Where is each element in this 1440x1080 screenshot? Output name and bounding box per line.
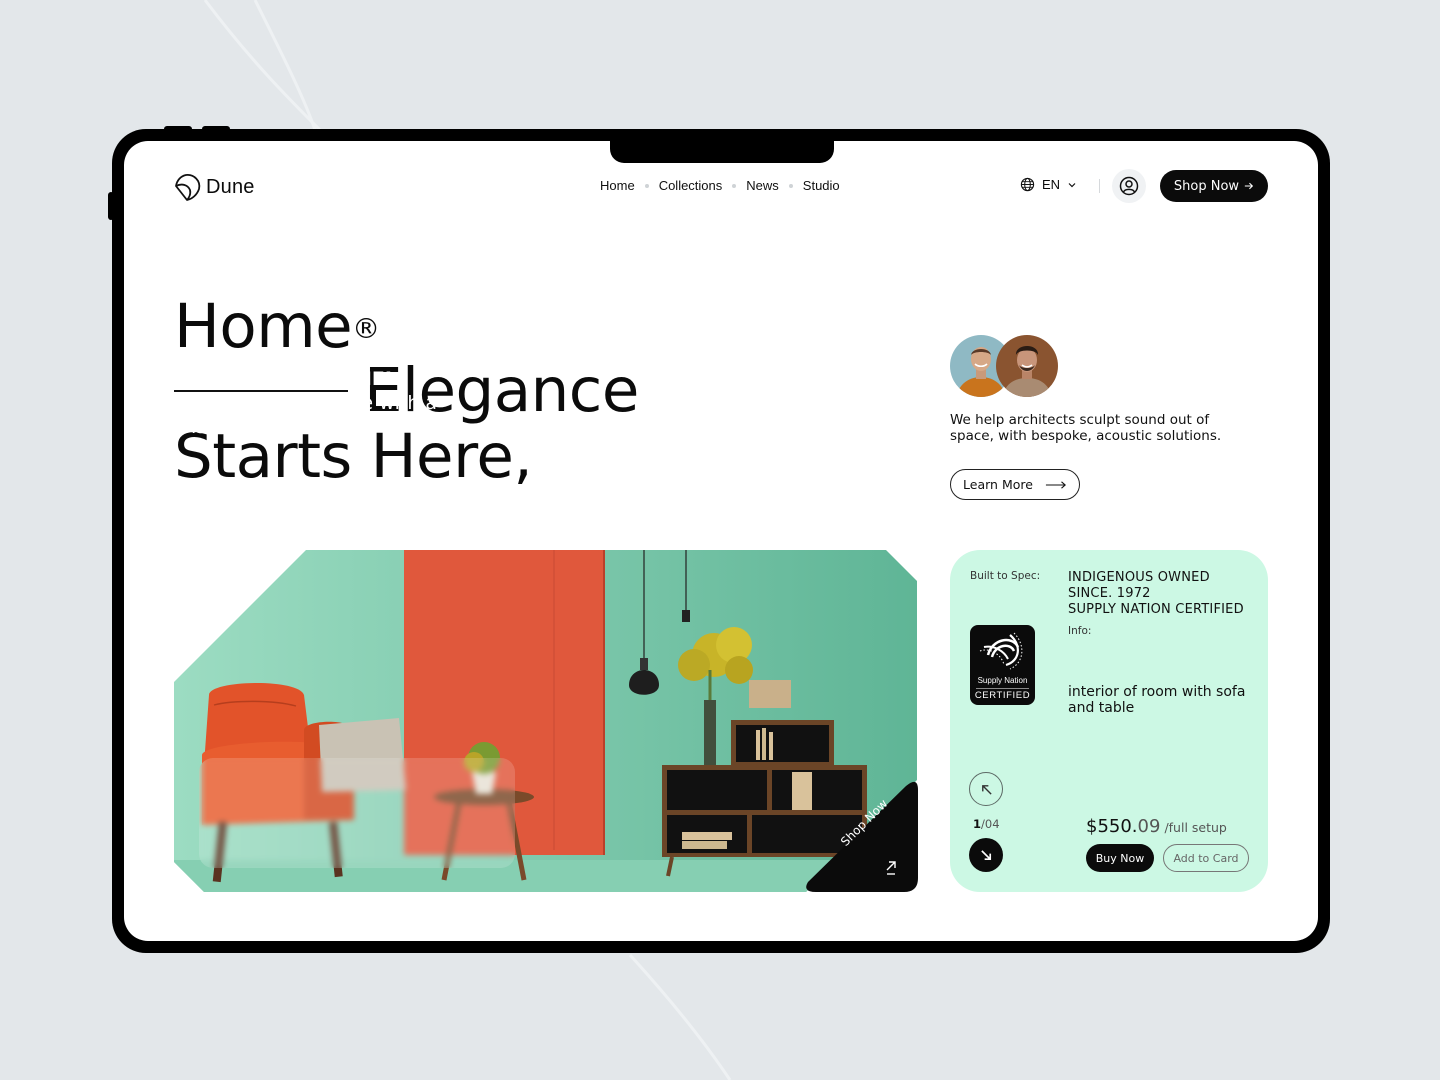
supply-nation-badge: Supply Nation CERTIFIED	[970, 625, 1035, 705]
caption-overlay	[199, 758, 515, 868]
slide-counter: 1/04	[973, 817, 1000, 831]
nav-separator	[788, 183, 793, 188]
caption-designer-first: RACHEL	[312, 368, 397, 390]
spec-line: INDIGENOUS OWNED	[1068, 570, 1210, 585]
badge-name: Supply Nation	[977, 676, 1028, 685]
registered-mark: ®	[352, 312, 380, 345]
brand-logo[interactable]: Dune	[172, 171, 255, 203]
hero-line-1: Home	[174, 291, 353, 362]
device-notch	[610, 141, 834, 163]
info-text: interior of room with sofa and table	[1068, 684, 1246, 716]
price-cents: 09	[1137, 816, 1161, 837]
badge-divider	[976, 688, 1029, 689]
caption-text: The designs of	[168, 368, 313, 390]
spec-lines: INDIGENOUS OWNED SINCE. 1972 SUPPLY NATI…	[1068, 570, 1244, 618]
price-unit: /full setup	[1164, 820, 1227, 835]
product-spec-card: Built to Spec: INDIGENOUS OWNED SINCE. 1…	[950, 550, 1268, 892]
arrow-up-left-icon	[981, 784, 992, 795]
nav-item-collections[interactable]: Collections	[659, 178, 723, 193]
nav-separator	[644, 183, 649, 188]
avatar-person-2	[996, 335, 1058, 397]
previous-button[interactable]	[969, 772, 1003, 806]
main-nav: Home Collections News Studio	[600, 178, 840, 193]
shop-now-button[interactable]: Shop Now	[1160, 170, 1268, 202]
counter-total: /04	[981, 817, 1000, 831]
dune-logo-icon	[175, 174, 201, 201]
globe-icon	[1020, 177, 1035, 192]
nav-item-home[interactable]: Home	[600, 178, 635, 193]
spec-line: SUPPLY NATION CERTIFIED	[1068, 602, 1244, 617]
arrow-right-icon	[1244, 182, 1254, 190]
buy-now-button[interactable]: Buy Now	[1086, 844, 1154, 872]
header-divider	[1099, 179, 1100, 193]
nav-item-studio[interactable]: Studio	[803, 178, 840, 193]
info-label: Info:	[1068, 625, 1092, 637]
feature-caption: The designs of RACHEL CLAIRE always come …	[168, 367, 458, 439]
price: $550.09/full setup	[1086, 816, 1227, 837]
account-button[interactable]	[1112, 169, 1146, 203]
learn-more-button[interactable]: Learn More	[950, 469, 1080, 500]
brand-name: Dune	[206, 175, 255, 198]
intro-text: We help architects sculpt sound out of s…	[950, 412, 1222, 444]
next-button[interactable]	[969, 838, 1003, 872]
long-arrow-right-icon	[1045, 480, 1066, 489]
supply-nation-logo-icon	[979, 632, 1023, 670]
caption-designer-last: CLAIRE	[168, 392, 244, 414]
screen: Dune Home Collections News Studio EN Sho…	[124, 141, 1318, 941]
price-main: $550.	[1086, 816, 1138, 837]
team-avatars	[950, 335, 1058, 397]
spec-line: SINCE. 1972	[1068, 586, 1151, 601]
nav-item-news[interactable]: News	[746, 178, 779, 193]
learn-more-label: Learn More	[963, 477, 1033, 492]
built-to-spec-label: Built to Spec:	[970, 570, 1041, 582]
user-icon	[1119, 176, 1139, 196]
language-selector[interactable]: EN	[1020, 177, 1077, 192]
badge-cert: CERTIFIED	[974, 690, 1031, 701]
nav-separator	[732, 183, 737, 188]
shop-now-corner-button[interactable]	[806, 778, 918, 892]
chevron-down-icon	[1068, 182, 1076, 187]
add-to-cart-button[interactable]: Add to Card	[1163, 844, 1249, 872]
shop-now-label: Shop Now	[1173, 178, 1240, 194]
language-code: EN	[1042, 177, 1061, 192]
arrow-down-right-icon	[980, 849, 991, 860]
counter-current: 1	[973, 817, 982, 831]
avatar	[996, 335, 1058, 397]
